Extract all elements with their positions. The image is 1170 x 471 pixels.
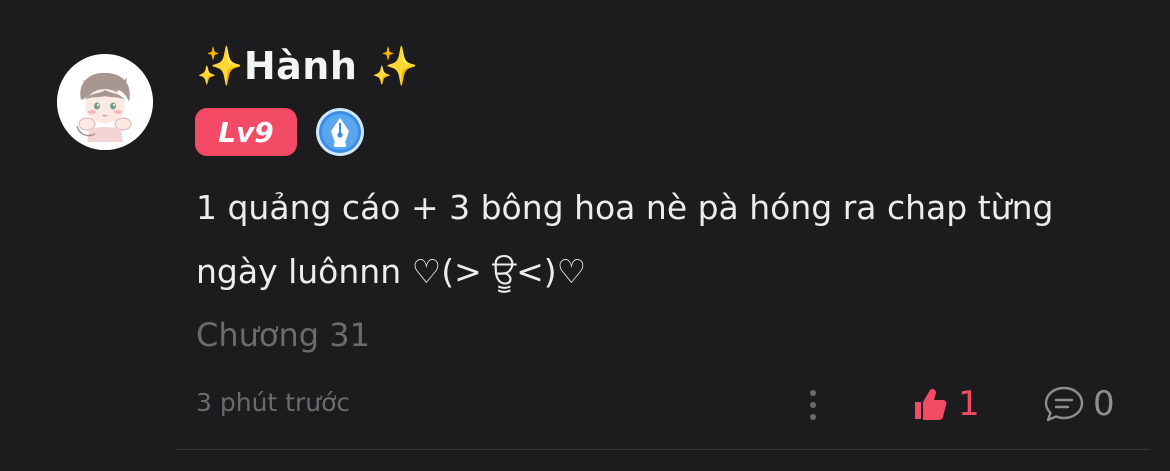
more-options-button[interactable] xyxy=(800,384,826,426)
like-button[interactable]: 1 xyxy=(912,382,980,426)
timestamp: 3 phút trước xyxy=(196,388,351,417)
sparkle-left-emoji: ✨ xyxy=(196,44,244,88)
chapter-link[interactable]: Chương 31 xyxy=(196,316,370,354)
comment-text: 1 quảng cáo + 3 bông hoa nè pà hóng ra c… xyxy=(196,188,1054,291)
level-badge: Lv9 xyxy=(195,108,297,156)
user-badges: Lv9 xyxy=(195,107,365,157)
thumbs-up-icon xyxy=(915,389,947,420)
username[interactable]: ✨Hành ✨ xyxy=(196,44,419,89)
comment-bubble-icon xyxy=(1044,386,1084,422)
user-avatar[interactable] xyxy=(57,54,153,150)
pen-nib-icon xyxy=(315,107,365,157)
reply-count: 0 xyxy=(1093,384,1115,424)
more-vertical-icon xyxy=(810,390,816,420)
like-count: 1 xyxy=(958,384,980,424)
sparkle-right-emoji: ✨ xyxy=(371,44,419,88)
comment-item: ✨Hành ✨ Lv9 1 quảng cáo + 3 bông hoa nè … xyxy=(0,0,1170,471)
reply-button[interactable]: 0 xyxy=(1043,382,1115,426)
username-text: Hành xyxy=(243,44,358,88)
avatar-illustration xyxy=(57,54,153,150)
divider xyxy=(175,449,1150,450)
